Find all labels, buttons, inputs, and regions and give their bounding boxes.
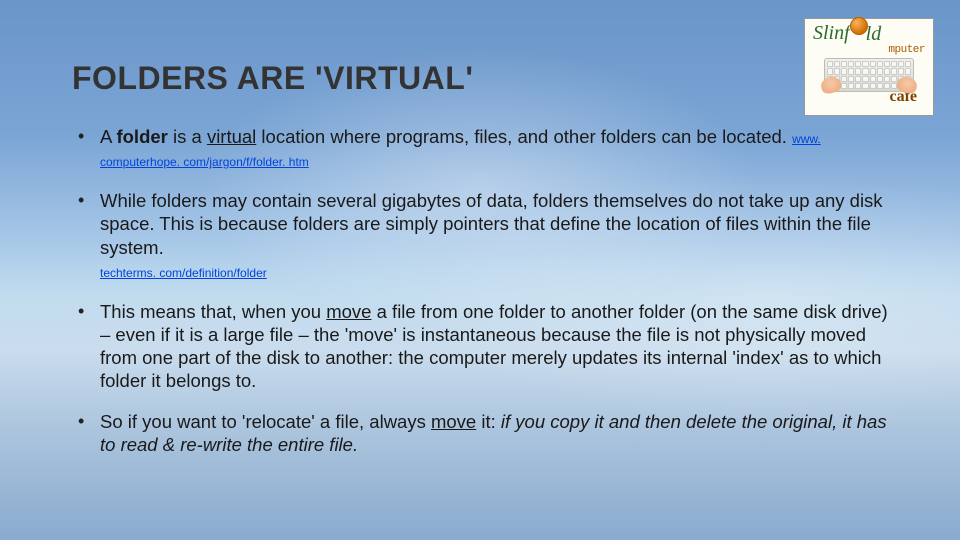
bullet-1: A folder is a virtual location where pro… [72,125,888,171]
logo-mid-row: mputer [888,44,925,56]
link-techterms[interactable]: techterms. com/definition/folder [100,266,267,280]
text: A [100,126,116,147]
bullet-3: This means that, when you move a file fr… [72,300,888,393]
text-underline: move [326,301,371,322]
page-title: FOLDERS ARE 'VIRTUAL' [72,60,888,97]
mouse-icon [850,17,868,35]
bullet-4: So if you want to 'relocate' a file, alw… [72,410,888,456]
keyboard-icon [824,58,914,92]
text: is a [168,126,207,147]
bullet-2: While folders may contain several gigaby… [72,189,888,282]
text: . [353,434,358,455]
bullet-list: A folder is a virtual location where pro… [72,125,888,457]
text-underline: virtual [207,126,256,147]
logo-badge: Slinf ld mputer cafe [804,18,934,116]
text: So if you want to 'relocate' a file, alw… [100,411,431,432]
text-bold: folder [116,126,167,147]
logo-text-mid: mputer [888,44,925,56]
text: While folders may contain several gigaby… [100,190,883,257]
text: This means that, when you [100,301,326,322]
text: location where programs, files, and othe… [256,126,792,147]
text-underline: move [431,411,476,432]
text: it: [476,411,501,432]
logo-text-top: Slinf [813,23,850,43]
